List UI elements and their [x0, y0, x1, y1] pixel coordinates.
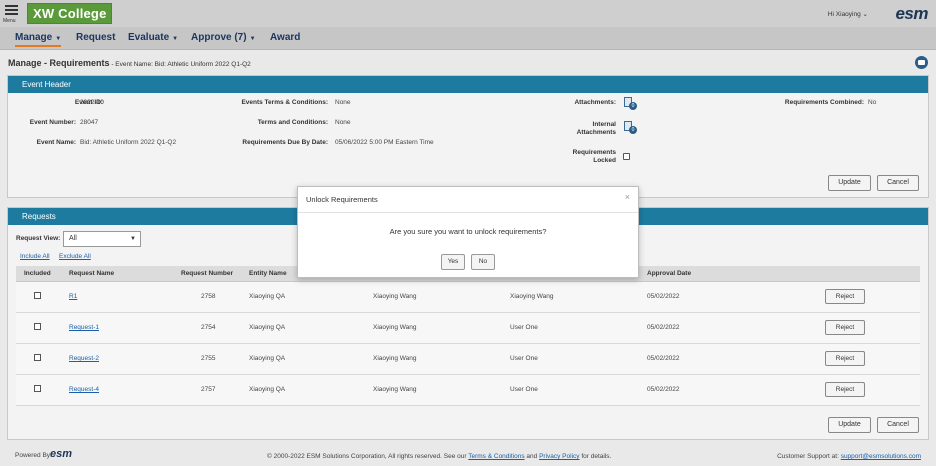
close-icon[interactable]: ×	[625, 192, 630, 202]
yes-button[interactable]: Yes	[441, 254, 465, 270]
unlock-requirements-dialog: Unlock Requirements × Are you sure you w…	[297, 186, 639, 278]
dialog-message: Are you sure you want to unlock requirem…	[389, 227, 547, 236]
dialog-title: Unlock Requirements	[306, 195, 378, 204]
dialog-divider	[298, 212, 638, 213]
no-button[interactable]: No	[471, 254, 495, 270]
